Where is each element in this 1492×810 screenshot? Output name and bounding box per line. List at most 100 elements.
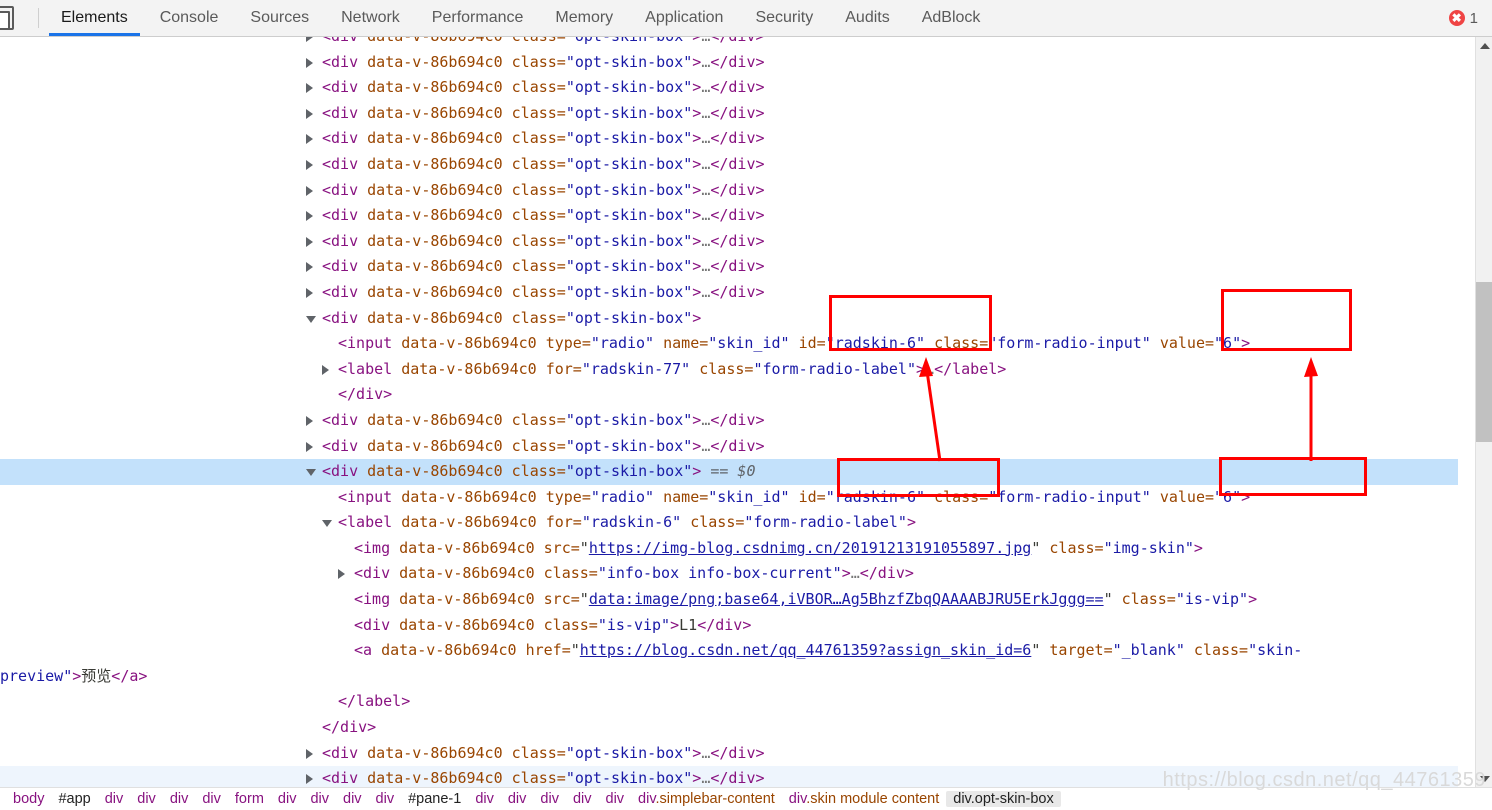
dom-node-img-vip[interactable]: <img data-v-86b694c0 src="data:image/png… xyxy=(0,587,1458,613)
toolbar-divider xyxy=(38,8,39,28)
dom-node-collapsed-div[interactable]: <div data-v-86b694c0 class="opt-skin-box… xyxy=(0,254,1458,280)
tab-sources[interactable]: Sources xyxy=(234,0,325,36)
expand-triangle-icon[interactable] xyxy=(306,415,313,426)
breadcrumb-item-14[interactable]: div xyxy=(533,791,566,807)
breadcrumb-item-2[interactable]: div xyxy=(98,791,131,807)
collapse-triangle-icon[interactable] xyxy=(306,315,316,323)
expand-triangle-icon[interactable] xyxy=(306,37,313,42)
dom-node-opt-skin-box-selected[interactable]: <div data-v-86b694c0 class="opt-skin-box… xyxy=(0,459,1458,485)
breadcrumb-item-9[interactable]: div xyxy=(336,791,369,807)
device-toolbar-toggle-button[interactable] xyxy=(0,0,30,37)
breadcrumb-item-16[interactable]: div xyxy=(599,791,632,807)
expand-triangle-icon[interactable] xyxy=(306,134,313,145)
tab-audits[interactable]: Audits xyxy=(829,0,905,36)
dom-node-label-collapsed[interactable]: <label data-v-86b694c0 for="radskin-77" … xyxy=(0,357,1458,383)
breadcrumb-tag: div xyxy=(638,791,656,807)
expand-triangle-icon[interactable] xyxy=(306,159,313,170)
dom-node-collapsed-div[interactable]: <div data-v-86b694c0 class="opt-skin-box… xyxy=(0,229,1458,255)
breadcrumb-item-17[interactable]: div.simplebar-content xyxy=(631,791,782,807)
expand-triangle-icon[interactable] xyxy=(306,748,313,759)
breadcrumb-item-19[interactable]: div.opt-skin-box xyxy=(946,791,1061,807)
expand-triangle-icon[interactable] xyxy=(306,236,313,247)
breadcrumb-item-4[interactable]: div xyxy=(163,791,196,807)
dom-node-info-box[interactable]: <div data-v-86b694c0 class="info-box inf… xyxy=(0,561,1458,587)
tab-performance[interactable]: Performance xyxy=(416,0,540,36)
collapse-triangle-icon[interactable] xyxy=(322,520,332,528)
breadcrumb-item-8[interactable]: div xyxy=(303,791,336,807)
breadcrumb-class: .simplebar-content xyxy=(655,791,775,807)
expand-triangle-icon[interactable] xyxy=(306,441,313,452)
dom-node-div-vip[interactable]: <div data-v-86b694c0 class="is-vip">L1</… xyxy=(0,613,1458,639)
breadcrumb-item-15[interactable]: div xyxy=(566,791,599,807)
tab-security[interactable]: Security xyxy=(739,0,829,36)
dom-node-label-close[interactable]: </label> xyxy=(0,689,1458,715)
scroll-down-arrow[interactable] xyxy=(1476,770,1492,787)
dom-node-collapsed-div[interactable]: <div data-v-86b694c0 class="opt-skin-box… xyxy=(0,37,1458,50)
dom-node-div-close-selected[interactable]: </div> xyxy=(0,715,1458,741)
breadcrumb-item-11[interactable]: #pane-1 xyxy=(401,791,468,807)
dom-node-input-radio[interactable]: <input data-v-86b694c0 type="radio" name… xyxy=(0,331,1458,357)
expand-triangle-icon[interactable] xyxy=(306,211,313,222)
expand-triangle-icon[interactable] xyxy=(306,83,313,94)
breadcrumb-item-12[interactable]: div xyxy=(468,791,501,807)
error-badge[interactable]: ✖ 1 xyxy=(1448,9,1478,27)
tab-memory[interactable]: Memory xyxy=(539,0,629,36)
dom-node-collapsed-div[interactable]: <div data-v-86b694c0 class="opt-skin-box… xyxy=(0,178,1458,204)
dom-node-collapsed-div[interactable]: <div data-v-86b694c0 class="opt-skin-box… xyxy=(0,152,1458,178)
expand-triangle-icon[interactable] xyxy=(322,364,329,375)
breadcrumb-item-13[interactable]: div xyxy=(501,791,534,807)
toolbar-right-group: ✖ 1 xyxy=(1448,0,1492,36)
chevron-up-icon xyxy=(1479,42,1490,49)
expand-triangle-icon[interactable] xyxy=(306,262,313,273)
dom-tree[interactable]: <div data-v-86b694c0 class="opt-skin-box… xyxy=(0,37,1458,787)
expand-triangle-icon[interactable] xyxy=(306,185,313,196)
tab-application[interactable]: Application xyxy=(629,0,739,36)
breadcrumb-item-1[interactable]: #app xyxy=(51,791,97,807)
dom-node-collapsed-div[interactable]: <div data-v-86b694c0 class="opt-skin-box… xyxy=(0,50,1458,76)
devtools-tab-list: Elements Console Sources Network Performance… xyxy=(45,0,996,36)
device-toolbar-icon xyxy=(0,6,14,30)
expand-triangle-icon[interactable] xyxy=(306,108,313,119)
dom-node-opt-skin-box-expanded[interactable]: <div data-v-86b694c0 class="opt-skin-box… xyxy=(0,306,1458,332)
tab-elements[interactable]: Elements xyxy=(45,0,144,36)
breadcrumb-class: .skin module content xyxy=(806,791,940,807)
tab-console[interactable]: Console xyxy=(144,0,235,36)
expand-triangle-icon[interactable] xyxy=(338,569,345,580)
dom-node-input-radio-selected[interactable]: <input data-v-86b694c0 type="radio" name… xyxy=(0,485,1458,511)
dom-node-collapsed-div[interactable]: <div data-v-86b694c0 class="opt-skin-box… xyxy=(0,408,1458,434)
dom-node-collapsed-div[interactable]: <div data-v-86b694c0 class="opt-skin-box… xyxy=(0,741,1458,767)
error-count: 1 xyxy=(1469,9,1478,27)
collapse-triangle-icon[interactable] xyxy=(306,469,316,477)
dom-tree-scrollbar[interactable] xyxy=(1475,37,1492,787)
dom-node-collapsed-div[interactable]: <div data-v-86b694c0 class="opt-skin-box… xyxy=(0,75,1458,101)
breadcrumb-item-5[interactable]: div xyxy=(195,791,228,807)
scroll-up-arrow[interactable] xyxy=(1476,37,1492,54)
dom-node-div-close[interactable]: </div> xyxy=(0,382,1458,408)
breadcrumb-item-7[interactable]: div xyxy=(271,791,304,807)
breadcrumb-class: .opt-skin-box xyxy=(970,791,1054,807)
breadcrumb-item-0[interactable]: body xyxy=(6,791,51,807)
breadcrumb-item-3[interactable]: div xyxy=(130,791,163,807)
dom-node-collapsed-div[interactable]: <div data-v-86b694c0 class="opt-skin-box… xyxy=(0,101,1458,127)
breadcrumb-item-6[interactable]: form xyxy=(228,791,271,807)
dom-node-collapsed-div[interactable]: <div data-v-86b694c0 class="opt-skin-box… xyxy=(0,203,1458,229)
value-attr-arrow xyxy=(1304,357,1318,461)
dom-node-label-expanded[interactable]: <label data-v-86b694c0 for="radskin-6" c… xyxy=(0,510,1458,536)
dom-node-anchor-preview[interactable]: <a data-v-86b694c0 href="https://blog.cs… xyxy=(0,638,1458,689)
dom-node-collapsed-div[interactable]: <div data-v-86b694c0 class="opt-skin-box… xyxy=(0,126,1458,152)
dom-node-collapsed-div[interactable]: <div data-v-86b694c0 class="opt-skin-box… xyxy=(0,766,1458,787)
tab-adblock[interactable]: AdBlock xyxy=(906,0,997,36)
dom-node-img-skin[interactable]: <img data-v-86b694c0 src="https://img-bl… xyxy=(0,536,1458,562)
elements-panel: <div data-v-86b694c0 class="opt-skin-box… xyxy=(0,37,1492,787)
expand-triangle-icon[interactable] xyxy=(306,57,313,68)
dom-node-collapsed-div[interactable]: <div data-v-86b694c0 class="opt-skin-box… xyxy=(0,280,1458,306)
expand-triangle-icon[interactable] xyxy=(306,287,313,298)
breadcrumb: body #app div div div div form div div div div #pan… xyxy=(0,787,1492,810)
expand-triangle-icon[interactable] xyxy=(306,774,313,785)
scroll-thumb[interactable] xyxy=(1476,282,1492,442)
dom-node-collapsed-div[interactable]: <div data-v-86b694c0 class="opt-skin-box… xyxy=(0,434,1458,460)
breadcrumb-item-10[interactable]: div xyxy=(369,791,402,807)
tab-network[interactable]: Network xyxy=(325,0,416,36)
breadcrumb-item-18[interactable]: div.skin module content xyxy=(782,791,946,807)
devtools-toolbar: Elements Console Sources Network Performance… xyxy=(0,0,1492,37)
